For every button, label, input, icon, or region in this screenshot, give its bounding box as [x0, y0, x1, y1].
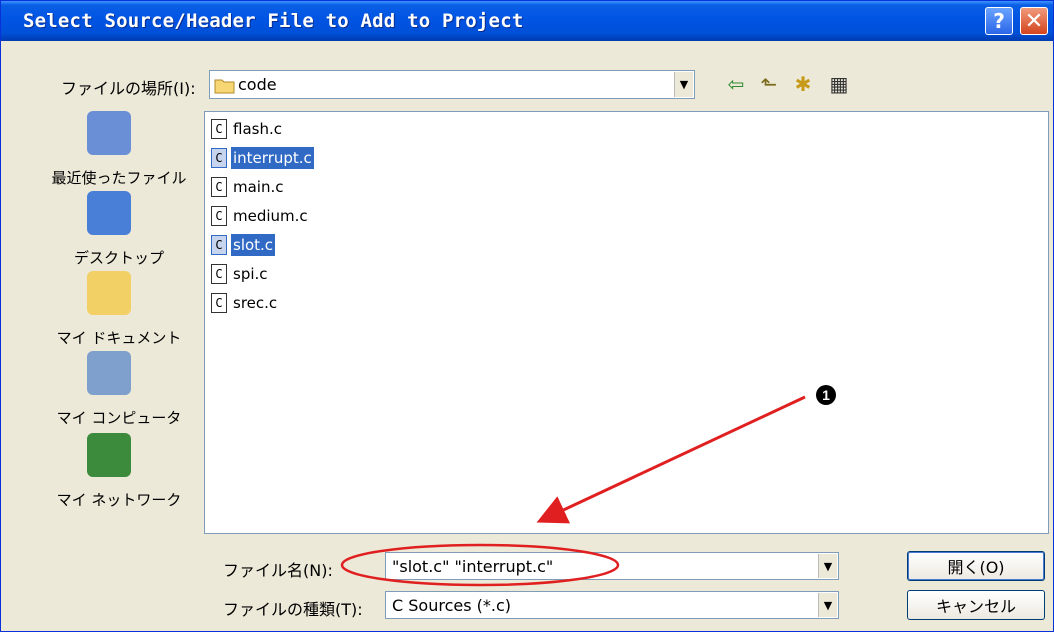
annotation-ellipse: [340, 543, 620, 587]
annotation-number: 1: [822, 387, 830, 403]
annotation-arrow: [536, 395, 806, 524]
annotation-overlay: 1: [340, 385, 836, 587]
